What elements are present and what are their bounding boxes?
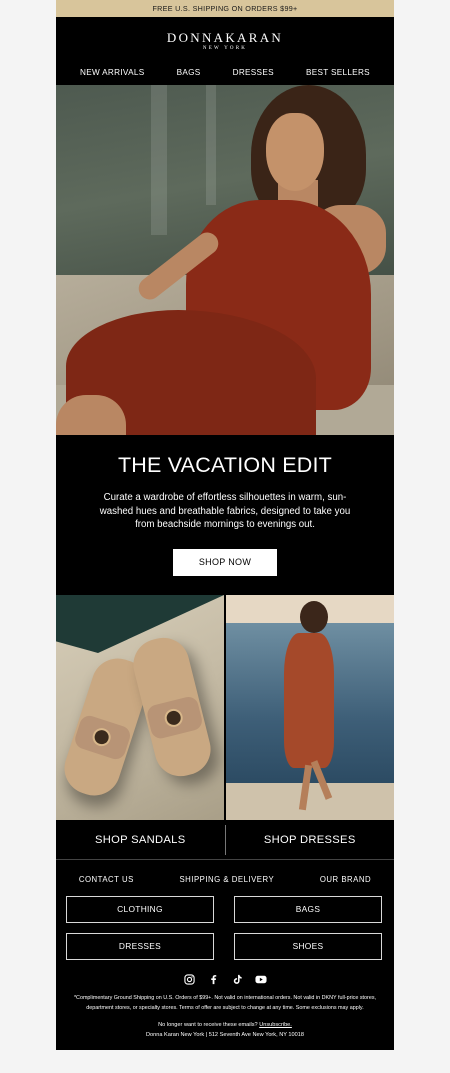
- sandals-background-water: [56, 595, 224, 653]
- category-dresses-button[interactable]: DRESSES: [66, 933, 214, 960]
- nav-new-arrivals[interactable]: NEW ARRIVALS: [80, 68, 144, 77]
- shop-links-row: SHOP SANDALS SHOP DRESSES: [56, 820, 394, 860]
- youtube-icon[interactable]: [255, 973, 267, 985]
- category-bags-button[interactable]: BAGS: [234, 896, 382, 923]
- hero-image[interactable]: [56, 85, 394, 435]
- logo-wordmark: DONNAKARAN: [166, 30, 284, 45]
- footer-links: CONTACT US SHIPPING & DELIVERY OUR BRAND: [56, 864, 394, 894]
- dresses-shore: [226, 783, 394, 820]
- legal-disclaimer: *Complimentary Ground Shipping on U.S. O…: [73, 995, 377, 1011]
- product-image-pair: [56, 595, 394, 820]
- hero-light-reflection: [206, 85, 216, 205]
- nav-dresses[interactable]: DRESSES: [233, 68, 274, 77]
- logo-subtitle: NEW YORK: [202, 46, 248, 51]
- facebook-icon[interactable]: [207, 973, 219, 985]
- dresses-model-dress: [284, 633, 334, 768]
- shop-dresses-link[interactable]: SHOP DRESSES: [226, 834, 395, 846]
- shipping-delivery-link[interactable]: SHIPPING & DELIVERY: [179, 875, 274, 884]
- shipping-banner-text: FREE U.S. SHIPPING ON ORDERS $99+: [152, 4, 298, 13]
- shop-sandals-link[interactable]: SHOP SANDALS: [56, 834, 225, 846]
- nav-bags[interactable]: BAGS: [177, 68, 201, 77]
- section-body: Curate a wardrobe of effortless silhouet…: [99, 492, 351, 530]
- brand-logo[interactable]: DONNAKARAN NEW YORK: [56, 17, 394, 59]
- sandals-image[interactable]: [56, 595, 224, 820]
- instagram-icon[interactable]: [183, 973, 195, 985]
- company-address: Donna Karan New York | 512 Seventh Ave N…: [146, 1032, 304, 1039]
- contact-us-link[interactable]: CONTACT US: [79, 875, 134, 884]
- hero-light-reflection: [151, 85, 167, 235]
- shipping-banner[interactable]: FREE U.S. SHIPPING ON ORDERS $99+: [56, 0, 394, 17]
- unsubscribe-line: No longer want to receive these emails? …: [56, 1020, 394, 1030]
- category-clothing-button[interactable]: CLOTHING: [66, 896, 214, 923]
- dresses-model-hair: [300, 601, 328, 633]
- social-icons: [56, 973, 394, 987]
- main-nav: NEW ARRIVALS BAGS DRESSES BEST SELLERS: [56, 59, 394, 85]
- nav-best-sellers[interactable]: BEST SELLERS: [306, 68, 370, 77]
- category-buttons: CLOTHING BAGS DRESSES SHOES: [56, 896, 394, 960]
- section-title: THE VACATION EDIT: [117, 453, 333, 477]
- vacation-edit-section: THE VACATION EDIT Curate a wardrobe of e…: [56, 435, 394, 595]
- unsubscribe-prompt: No longer want to receive these emails?: [158, 1022, 258, 1029]
- email-container: FREE U.S. SHIPPING ON ORDERS $99+ DONNAK…: [56, 0, 394, 1050]
- category-shoes-button[interactable]: SHOES: [234, 933, 382, 960]
- shop-now-button[interactable]: SHOP NOW: [173, 548, 277, 576]
- dresses-image[interactable]: [226, 595, 394, 820]
- unsubscribe-link[interactable]: Unsubscribe.: [259, 1022, 292, 1028]
- tiktok-icon[interactable]: [231, 973, 243, 985]
- hero-model-face: [266, 113, 324, 191]
- our-brand-link[interactable]: OUR BRAND: [320, 875, 371, 884]
